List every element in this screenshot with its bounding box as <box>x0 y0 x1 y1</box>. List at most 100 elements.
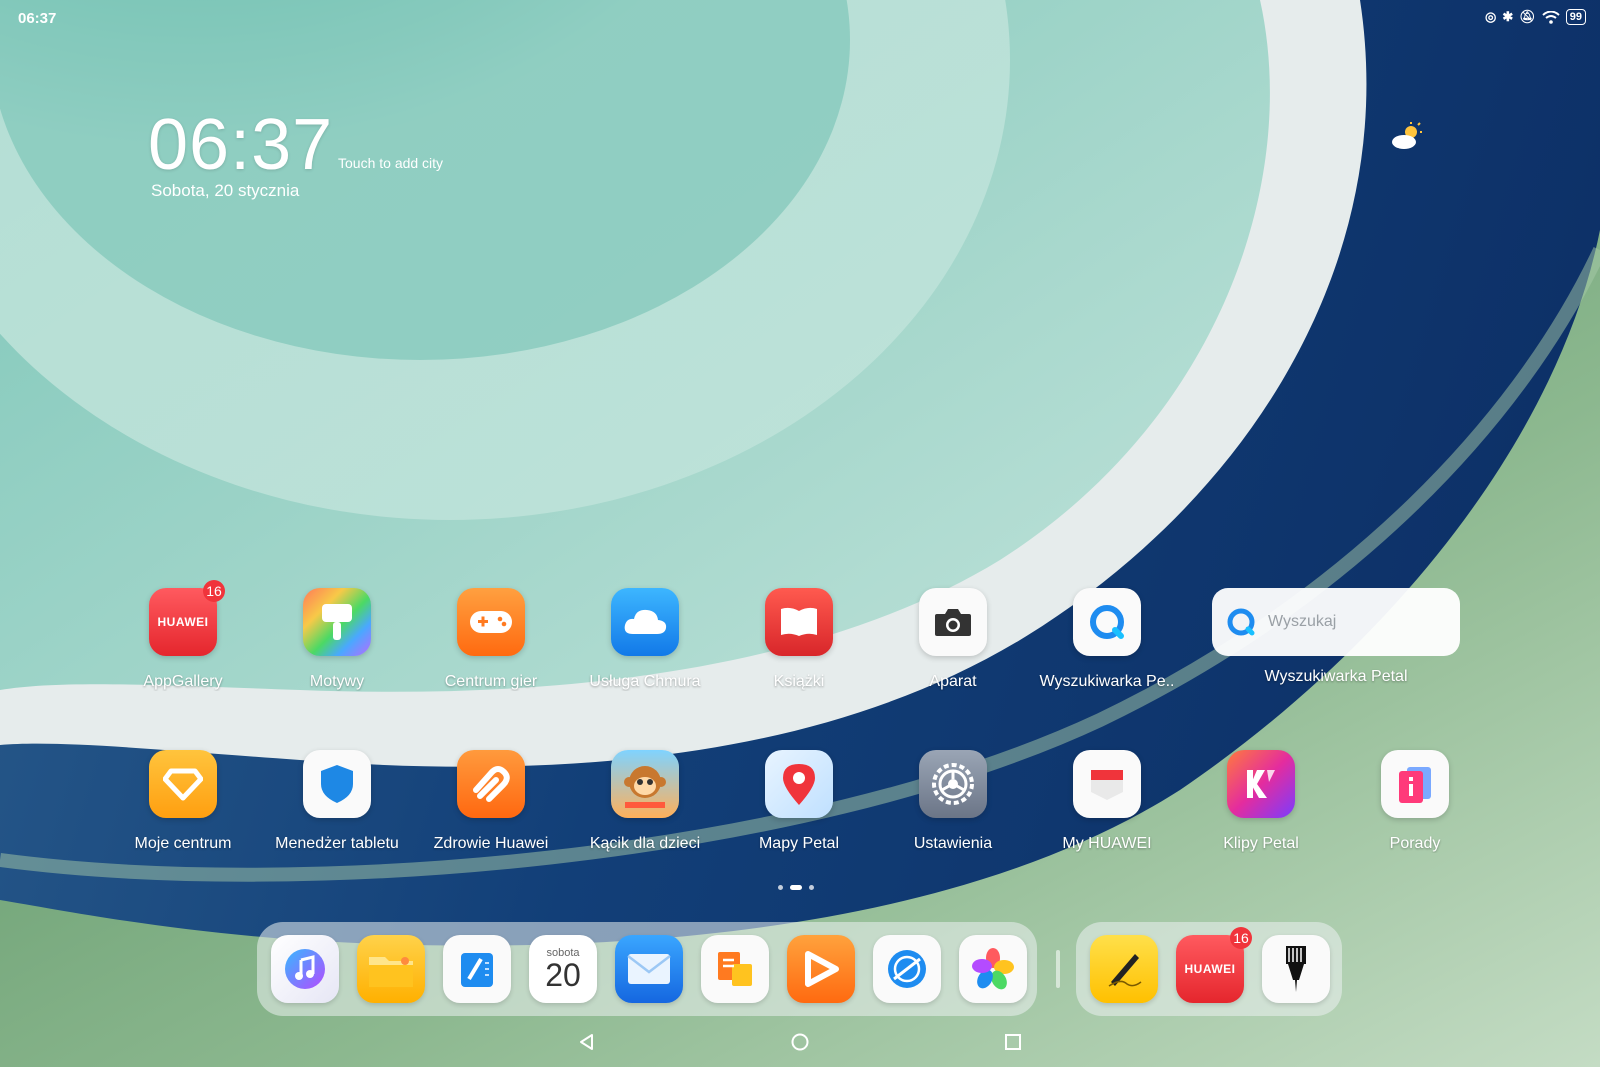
huawei-wordmark: HUAWEI <box>157 615 209 629</box>
map-pin-icon <box>765 750 833 818</box>
calendar-icon: sobota 20 <box>545 947 581 991</box>
notification-badge: 16 <box>1230 927 1252 949</box>
gallery-icon <box>972 948 1014 990</box>
app-label: Książki <box>773 673 825 690</box>
app-label: Klipy Petal <box>1223 835 1299 852</box>
page-dot <box>778 885 783 890</box>
dock-notepad[interactable] <box>443 935 511 1003</box>
dock-files[interactable] <box>357 935 425 1003</box>
notification-badge: 16 <box>203 580 225 602</box>
app-label: Centrum gier <box>444 673 538 690</box>
clock-time: 06:37 <box>148 105 334 185</box>
calendar-date: 20 <box>545 957 581 993</box>
book-icon <box>765 588 833 656</box>
video-icon <box>805 951 839 987</box>
dock-calendar[interactable]: sobota 20 <box>529 935 597 1003</box>
app-label: Aparat <box>929 673 977 690</box>
app-wyszukiwarka-petal[interactable]: Wyszukiwarka Pe.. <box>1032 588 1182 691</box>
app-porady[interactable]: Porady <box>1340 750 1490 853</box>
app-label: Porady <box>1389 835 1441 852</box>
app-label: Menedżer tabletu <box>275 835 399 852</box>
monkey-icon <box>611 750 679 818</box>
app-label: Moje centrum <box>134 835 232 852</box>
search-widget-label: Wyszukiwarka Petal <box>1264 668 1408 685</box>
app-menedzer-tabletu[interactable]: Menedżer tabletu <box>262 750 412 853</box>
app-moje-centrum[interactable]: Moje centrum <box>108 750 258 853</box>
app-appgallery[interactable]: HUAWEI 16 AppGallery <box>108 580 258 691</box>
health-icon <box>457 750 525 818</box>
app-mapy-petal[interactable]: Mapy Petal <box>724 750 874 853</box>
add-city-hint[interactable]: Touch to add city <box>338 155 443 171</box>
dock-ink-pen[interactable] <box>1262 935 1330 1003</box>
app-usluga-chmura[interactable]: Usługa Chmura <box>570 588 720 691</box>
app-label: Wyszukiwarka Pe.. <box>1039 673 1175 690</box>
docs-icon <box>718 952 752 986</box>
sign-pen-icon <box>1108 954 1142 987</box>
recents-button[interactable] <box>1004 1033 1022 1051</box>
app-my-huawei[interactable]: My HUAWEI <box>1032 750 1182 853</box>
cloud-icon <box>611 588 679 656</box>
wifi-icon <box>1542 10 1560 24</box>
nfc-icon: ◎ <box>1484 9 1497 24</box>
dock-browser[interactable] <box>873 935 941 1003</box>
app-ustawienia[interactable]: Ustawienia <box>878 750 1028 853</box>
home-button[interactable] <box>791 1033 809 1051</box>
back-button[interactable] <box>578 1033 596 1051</box>
mute-icon: 🔕︎ <box>1519 9 1536 24</box>
email-icon <box>627 954 671 984</box>
app-klipy-petal[interactable]: Klipy Petal <box>1186 750 1336 853</box>
browser-icon <box>888 950 926 988</box>
dock-appgallery[interactable]: HUAWEI 16 <box>1176 927 1252 1003</box>
weather-icon[interactable] <box>1390 122 1424 150</box>
my-huawei-icon <box>1073 750 1141 818</box>
bluetooth-icon: ✱ <box>1502 9 1514 24</box>
battery-indicator: 99 <box>1565 9 1586 25</box>
app-label: Kącik dla dzieci <box>589 835 701 852</box>
page-indicator <box>778 885 814 890</box>
petal-search-icon <box>1073 588 1141 656</box>
camera-icon <box>919 588 987 656</box>
app-kacik-dla-dzieci[interactable]: Kącik dla dzieci <box>570 750 720 853</box>
app-label: Usługa Chmura <box>589 673 701 690</box>
themes-brush-icon <box>303 588 371 656</box>
app-aparat[interactable]: Aparat <box>878 588 1028 691</box>
dock-sign-pen[interactable] <box>1090 935 1158 1003</box>
dock-music[interactable] <box>271 935 339 1003</box>
app-label: AppGallery <box>143 673 223 690</box>
app-label: Ustawienia <box>913 835 993 852</box>
dock-divider <box>1056 950 1060 988</box>
status-time: 06:37 <box>18 10 57 27</box>
tips-icon <box>1381 750 1449 818</box>
page-dot-active <box>790 885 802 890</box>
shield-icon <box>303 750 371 818</box>
clock-widget[interactable]: 06:37 Touch to add city Sobota, 20 stycz… <box>148 105 443 201</box>
page-dot <box>809 885 814 890</box>
app-zdrowie-huawei[interactable]: Zdrowie Huawei <box>416 750 566 853</box>
huawei-wordmark: HUAWEI <box>1184 962 1236 976</box>
appgallery-icon: HUAWEI 16 <box>1176 927 1252 1003</box>
app-label: Mapy Petal <box>758 835 840 852</box>
search-placeholder: Wyszukaj <box>1268 613 1337 630</box>
music-icon <box>285 949 325 989</box>
dock-docs[interactable] <box>701 935 769 1003</box>
app-centrum-gier[interactable]: Centrum gier <box>416 588 566 691</box>
dock-video[interactable] <box>787 935 855 1003</box>
status-bar: 06:37 ◎ ✱ 🔕︎ 99 <box>0 0 1600 36</box>
app-label: Motywy <box>309 673 365 690</box>
dock-gallery[interactable] <box>959 935 1027 1003</box>
petal-clips-icon <box>1227 750 1295 818</box>
petal-search-widget[interactable]: Wyszukaj <box>1212 588 1460 656</box>
app-motywy[interactable]: Motywy <box>262 588 412 691</box>
files-icon <box>369 957 413 987</box>
diamond-icon <box>149 750 217 818</box>
gamepad-icon <box>457 588 525 656</box>
appgallery-icon: HUAWEI 16 <box>149 580 225 656</box>
app-label: My HUAWEI <box>1062 835 1152 852</box>
dock-email[interactable] <box>615 935 683 1003</box>
notepad-icon <box>461 953 493 987</box>
app-ksiazki[interactable]: Książki <box>724 588 874 691</box>
app-label: Zdrowie Huawei <box>433 835 549 852</box>
ink-pen-icon <box>1286 946 1306 992</box>
status-icons: ◎ ✱ 🔕︎ 99 <box>1485 9 1586 25</box>
search-icon <box>1227 608 1255 636</box>
